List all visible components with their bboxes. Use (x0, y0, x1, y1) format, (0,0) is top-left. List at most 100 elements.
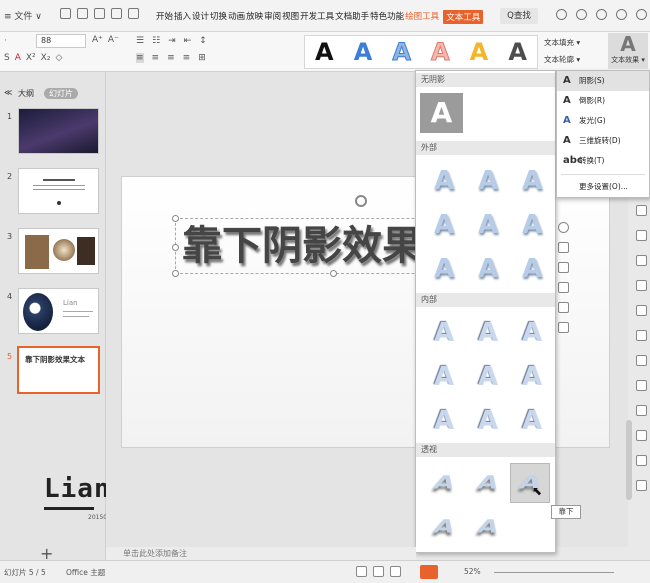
resize-handle[interactable] (172, 270, 179, 277)
sidebar-icon[interactable] (636, 455, 647, 466)
shadow-option[interactable]: A (472, 253, 504, 285)
collapse-icon[interactable] (636, 9, 647, 20)
image-icon[interactable] (558, 322, 569, 333)
sidebar-icon[interactable] (636, 355, 647, 366)
grow-font-icon[interactable]: A⁺ (92, 35, 103, 45)
clear-format-icon[interactable]: ◇ (55, 53, 62, 63)
sidebar-icon[interactable] (636, 255, 647, 266)
subscript-icon[interactable]: X₂ (41, 53, 51, 63)
shadow-option[interactable]: A (516, 165, 548, 197)
tab-drawing-tools[interactable]: 绘图工具 (405, 10, 439, 24)
font-color-icon[interactable]: A (15, 53, 21, 63)
share-icon[interactable] (596, 9, 607, 20)
shadow-option[interactable]: A (428, 253, 460, 285)
shadow-option[interactable]: A (472, 317, 504, 349)
slide-thumbnail-2[interactable] (18, 168, 99, 214)
shadow-option[interactable]: A (516, 405, 548, 437)
minus-icon[interactable] (558, 222, 569, 233)
more-icon[interactable] (616, 9, 627, 20)
menu-item-shadow[interactable]: A 阴影(S) (557, 71, 649, 91)
menu-item-3d-rotation[interactable]: A 三维旋转(D) (557, 131, 649, 151)
tab-slides[interactable]: 幻灯片 (44, 88, 78, 99)
shadow-option[interactable]: A (516, 317, 548, 349)
tab-features[interactable]: 特色功能 (370, 10, 404, 24)
text-style-option[interactable]: A (354, 38, 373, 66)
sidebar-icon[interactable] (636, 480, 647, 491)
notes-area[interactable]: 单击此处添加备注 (106, 547, 416, 560)
text-outline-button[interactable]: 文本轮廓 ▾ (544, 51, 580, 68)
text-style-option[interactable]: A (431, 38, 451, 67)
tab-transition[interactable]: 切换 (210, 10, 227, 24)
tab-text-tools[interactable]: 文本工具 (443, 10, 484, 24)
shadow-option[interactable]: A (428, 317, 460, 349)
sidebar-icon[interactable] (636, 205, 647, 216)
shadow-option[interactable]: A (428, 209, 460, 241)
justify-icon[interactable]: ≡ (183, 53, 191, 63)
fill-icon[interactable] (558, 262, 569, 273)
menu-item-more-settings[interactable]: 更多设置(O)... (557, 177, 649, 197)
align-left-icon[interactable]: ≡ (136, 53, 144, 63)
strikethrough-icon[interactable]: S (4, 53, 10, 63)
resize-handle[interactable] (330, 270, 337, 277)
reading-view-icon[interactable] (390, 566, 401, 577)
shadow-option[interactable]: A (516, 361, 548, 393)
shadow-option[interactable]: A (468, 516, 507, 538)
sidebar-icon[interactable] (636, 430, 647, 441)
slide-thumbnail-1[interactable] (18, 108, 99, 154)
tab-view[interactable]: 视图 (282, 10, 299, 24)
text-icon[interactable] (558, 302, 569, 313)
sidebar-icon[interactable] (636, 380, 647, 391)
shadow-option[interactable]: A (424, 472, 463, 494)
menu-item-glow[interactable]: A 发光(G) (557, 111, 649, 131)
shadow-option[interactable]: A (428, 361, 460, 393)
undo-icon[interactable] (94, 8, 105, 19)
shadow-option[interactable]: A (472, 405, 504, 437)
tab-insert[interactable]: 插入 (174, 10, 191, 24)
tab-doc-assistant[interactable]: 文档助手 (335, 10, 369, 24)
shadow-option[interactable]: A (516, 209, 548, 241)
zoom-slider[interactable] (494, 572, 614, 573)
shadow-option[interactable]: A (424, 516, 463, 538)
play-slideshow-button[interactable] (420, 565, 438, 579)
menu-item-reflection[interactable]: A 倒影(R) (557, 91, 649, 111)
close-pane-icon[interactable]: ≪ (4, 88, 12, 97)
tab-review[interactable]: 审阅 (264, 10, 281, 24)
sidebar-icon[interactable] (636, 330, 647, 341)
distribute-icon[interactable]: ⊞ (198, 53, 206, 63)
resize-handle[interactable] (172, 215, 179, 222)
no-shadow-option[interactable]: A (420, 93, 463, 133)
shadow-option[interactable]: A (428, 165, 460, 197)
preview-icon[interactable] (128, 8, 139, 19)
sidebar-icon[interactable] (636, 280, 647, 291)
redo-icon[interactable] (111, 8, 122, 19)
tab-slideshow[interactable]: 放映 (246, 10, 263, 24)
normal-view-icon[interactable] (356, 566, 367, 577)
shadow-option[interactable]: A (472, 361, 504, 393)
file-menu[interactable]: ≡ 文件 ∨ (4, 9, 42, 22)
slide-thumbnail-5[interactable]: 靠下阴影效果文本 (17, 346, 100, 394)
shadow-option[interactable]: A (468, 472, 507, 494)
text-style-option[interactable]: A (315, 38, 334, 66)
shadow-option[interactable]: A (516, 253, 548, 285)
text-effect-button[interactable]: A 文本效果 ▾ (608, 33, 648, 69)
sidebar-icon[interactable] (636, 305, 647, 316)
sync-icon[interactable] (576, 9, 587, 20)
sidebar-icon[interactable] (636, 230, 647, 241)
tab-animation[interactable]: 动画 (228, 10, 245, 24)
bullets-icon[interactable]: ☰ (136, 36, 144, 46)
shadow-option[interactable]: A (472, 209, 504, 241)
save-icon[interactable] (60, 8, 71, 19)
text-style-option[interactable]: A (470, 38, 489, 66)
line-spacing-icon[interactable]: ↕ (199, 36, 207, 46)
tab-design[interactable]: 设计 (192, 10, 209, 24)
slide-thumbnail-4[interactable]: Lian (18, 288, 99, 334)
superscript-icon[interactable]: X² (26, 53, 36, 63)
shadow-option[interactable]: A (428, 405, 460, 437)
rotate-handle[interactable] (355, 195, 367, 207)
text-style-option[interactable]: A (508, 38, 527, 66)
numbering-icon[interactable]: ☷ (152, 36, 160, 46)
vertical-scrollbar[interactable] (626, 420, 632, 500)
sorter-view-icon[interactable] (373, 566, 384, 577)
slide-thumbnail-3[interactable] (18, 228, 99, 274)
tab-start[interactable]: 开始 (156, 10, 173, 24)
